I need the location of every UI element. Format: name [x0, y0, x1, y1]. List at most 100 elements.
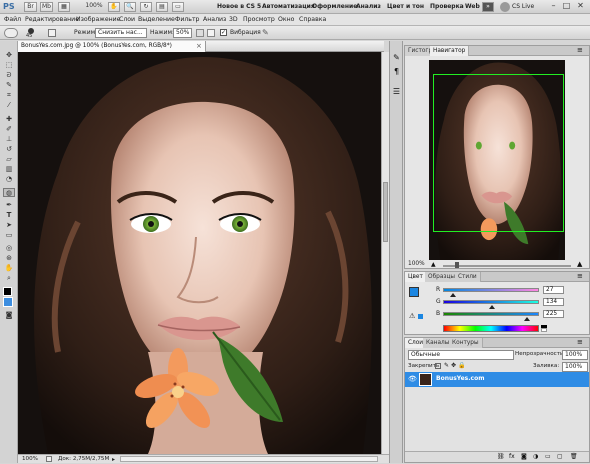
- move-tool-icon[interactable]: ✥: [4, 51, 14, 60]
- hand-tool-icon[interactable]: ✋: [4, 264, 14, 273]
- crop-tool-icon[interactable]: ⌗: [4, 91, 14, 100]
- pressure-field[interactable]: 50%: [173, 28, 192, 38]
- menu-edit[interactable]: Редактирование: [25, 15, 79, 25]
- g-slider-thumb[interactable]: [489, 305, 495, 309]
- healing-brush-tool-icon[interactable]: ✚: [4, 115, 14, 124]
- lasso-tool-icon[interactable]: ᘐ: [4, 71, 14, 80]
- minibridge-icon[interactable]: Mb: [40, 2, 53, 12]
- screen-mode-icon[interactable]: ▭: [172, 2, 184, 12]
- delete-layer-icon[interactable]: 🗑: [570, 453, 578, 460]
- cs-live-icon[interactable]: [500, 2, 510, 12]
- lock-image-icon[interactable]: ✎: [444, 362, 449, 369]
- scrollbar-thumb[interactable]: [383, 182, 388, 242]
- zoom-in-icon[interactable]: ▲: [577, 261, 582, 268]
- menu-select[interactable]: Выделение: [138, 15, 175, 25]
- cs-live-label[interactable]: CS Live: [512, 2, 534, 12]
- foreground-color-swatch[interactable]: [3, 287, 12, 296]
- layer-mask-icon[interactable]: ◙: [521, 453, 527, 460]
- menu-image[interactable]: Изображение: [76, 15, 121, 25]
- zoom-out-icon[interactable]: ▲: [431, 262, 436, 268]
- r-value[interactable]: 27: [543, 286, 564, 294]
- b-value[interactable]: 225: [543, 310, 564, 318]
- layers-panel-menu-icon[interactable]: ≡: [577, 338, 583, 347]
- tab-navigator[interactable]: Навигатор: [430, 46, 470, 56]
- menu-3d[interactable]: 3D: [229, 15, 238, 25]
- tablet-pressure-icon[interactable]: ✎: [262, 29, 270, 37]
- link-layers-icon[interactable]: ⛓: [497, 453, 505, 460]
- paragraph-panel-dock-icon[interactable]: ¶: [392, 67, 401, 76]
- gradient-tool-icon[interactable]: ▥: [4, 165, 14, 174]
- canvas-vertical-scrollbar[interactable]: [381, 52, 389, 454]
- restore-icon[interactable]: □: [561, 1, 572, 12]
- menu-file[interactable]: Файл: [4, 15, 21, 25]
- eraser-tool-icon[interactable]: ▱: [4, 155, 14, 164]
- extras-icon[interactable]: ▦: [58, 2, 70, 12]
- spectrum-white[interactable]: [541, 328, 547, 332]
- tab-color[interactable]: Цвет: [405, 272, 427, 282]
- menu-filter[interactable]: Фильтр: [175, 15, 199, 25]
- r-slider[interactable]: [443, 288, 539, 292]
- layer-name[interactable]: BonusYes.com: [436, 374, 484, 384]
- pen-tool-icon[interactable]: ✒: [4, 201, 14, 210]
- navigator-zoom-slider[interactable]: [443, 265, 571, 267]
- menu-view[interactable]: Просмотр: [243, 15, 275, 25]
- tab-styles[interactable]: Стили: [455, 272, 481, 282]
- menu-analysis[interactable]: Анализ: [203, 15, 226, 25]
- zoom-view-icon[interactable]: 🔍: [124, 2, 136, 12]
- quick-select-tool-icon[interactable]: ✎: [4, 81, 14, 90]
- fill-field[interactable]: 100%: [562, 362, 588, 372]
- type-tool-icon[interactable]: T: [4, 211, 14, 220]
- brush-tool-icon[interactable]: ✐: [4, 125, 14, 134]
- mode-select[interactable]: Снизить нас...: [95, 28, 147, 38]
- panel-menu-icon[interactable]: ≡: [577, 46, 583, 55]
- workspace-menu-button[interactable]: »: [482, 2, 494, 12]
- workspace-new-cs5[interactable]: Новое в CS 5: [217, 2, 261, 12]
- navigator-zoom-field[interactable]: 100%: [408, 261, 425, 267]
- workspace-web[interactable]: Web: [465, 2, 480, 12]
- pressure-dropdown-icon[interactable]: [196, 29, 204, 37]
- menu-layers[interactable]: Слои: [119, 15, 135, 25]
- gamut-warning-icon[interactable]: ⚠: [409, 313, 415, 320]
- blur-tool-icon[interactable]: ◔: [4, 175, 14, 184]
- workspace-analysis[interactable]: Анализ: [356, 2, 381, 12]
- 3d-rotate-tool-icon[interactable]: ◎: [4, 244, 14, 253]
- color-foreground-swatch[interactable]: [409, 287, 419, 297]
- lock-transparent-icon[interactable]: [435, 363, 441, 369]
- workspace-proof[interactable]: Проверка: [430, 2, 464, 12]
- new-group-icon[interactable]: ▭: [545, 453, 551, 460]
- history-brush-tool-icon[interactable]: ↺: [4, 145, 14, 154]
- tab-paths[interactable]: Контуры: [449, 338, 483, 348]
- workspace-design[interactable]: Оформление: [312, 2, 357, 12]
- lock-position-icon[interactable]: ✥: [451, 362, 456, 369]
- b-slider-thumb[interactable]: [524, 317, 530, 321]
- clone-stamp-tool-icon[interactable]: ⊥: [4, 135, 14, 144]
- g-value[interactable]: 134: [543, 298, 564, 306]
- lock-all-icon[interactable]: 🔒: [458, 362, 465, 369]
- canvas-horizontal-scrollbar[interactable]: [120, 456, 378, 462]
- layer-visibility-eye-icon[interactable]: 👁: [408, 375, 417, 383]
- adjustments-dock-icon[interactable]: ☰: [392, 87, 401, 96]
- gamut-swatch[interactable]: [418, 314, 423, 319]
- color-spectrum-bar[interactable]: [443, 325, 539, 332]
- brush-panel-dock-icon[interactable]: ✎: [392, 53, 401, 62]
- close-icon[interactable]: ✕: [575, 1, 586, 12]
- bridge-icon[interactable]: Br: [24, 2, 37, 12]
- airbrush-icon[interactable]: [207, 29, 215, 37]
- g-slider[interactable]: [443, 300, 539, 304]
- marquee-tool-icon[interactable]: ⬚: [4, 61, 14, 70]
- color-panel-menu-icon[interactable]: ≡: [577, 272, 583, 281]
- hand-view-icon[interactable]: ✋: [108, 2, 120, 12]
- rotate-view-icon[interactable]: ↻: [140, 2, 152, 12]
- document-tab[interactable]: BonusYes.com.jpg @ 100% (BonusYes.com, R…: [18, 41, 206, 52]
- sponge-tool-icon[interactable]: ◍: [3, 188, 15, 197]
- layer-row[interactable]: 👁 BonusYes.com: [405, 372, 589, 387]
- b-slider[interactable]: [443, 312, 539, 316]
- minimize-icon[interactable]: –: [548, 1, 559, 12]
- navigator-view-box[interactable]: [433, 74, 564, 232]
- rectangle-tool-icon[interactable]: ▭: [4, 231, 14, 240]
- navigator-zoom-thumb[interactable]: [455, 262, 459, 268]
- navigator-thumbnail[interactable]: [429, 60, 565, 260]
- zoom-level[interactable]: 100%: [84, 2, 104, 12]
- 3d-orbit-tool-icon[interactable]: ⊛: [4, 254, 14, 263]
- new-layer-icon[interactable]: ▢: [557, 453, 563, 460]
